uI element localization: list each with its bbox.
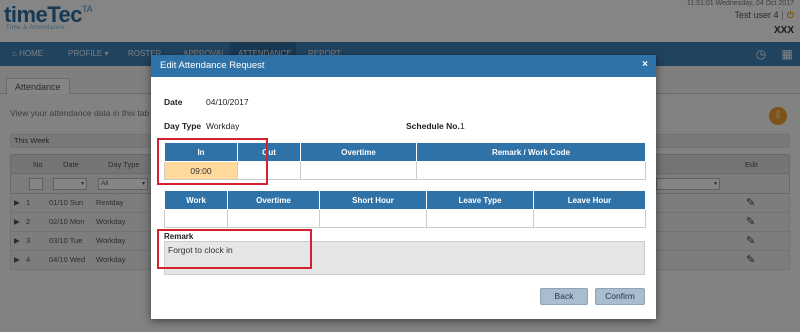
close-icon[interactable]: × [642,59,648,70]
remark-label: Remark [164,232,194,241]
remark-work-code-cell[interactable] [416,161,646,180]
confirm-button[interactable]: Confirm [595,288,645,305]
col-leave-type: Leave Type [426,190,534,210]
date-label: Date [164,97,183,107]
col-work: Work [164,190,228,210]
day-type-label: Day Type [164,121,202,131]
leave-type-cell [426,209,534,228]
modal-title: Edit Attendance Request [160,60,265,71]
col-in: In [164,142,238,162]
work-cell [164,209,228,228]
date-value: 04/10/2017 [206,97,249,107]
summary-table: Work Overtime Short Hour Leave Type Leav… [164,190,646,228]
out-time-cell[interactable] [237,161,301,180]
col-out: Out [237,142,301,162]
edit-attendance-modal: Edit Attendance Request × Date 04/10/201… [151,55,656,319]
modal-header: Edit Attendance Request × [151,55,656,77]
schedule-value: 1 [460,121,465,131]
short-hour-cell [319,209,427,228]
schedule-label: Schedule No. [406,121,460,131]
col-overtime: Overtime [300,142,417,162]
time-table: In Out Overtime Remark / Work Code 09:00 [164,142,646,180]
remark-field[interactable]: Forgot to clock in [164,241,645,275]
back-button[interactable]: Back [540,288,588,305]
in-time-cell[interactable]: 09:00 [164,161,238,180]
col-leave-hour: Leave Hour [533,190,646,210]
day-type-value: Workday [206,121,240,131]
overtime-cell-2 [227,209,320,228]
col-remark-work-code: Remark / Work Code [416,142,646,162]
overtime-cell[interactable] [300,161,417,180]
leave-hour-cell [533,209,646,228]
col-short-hour: Short Hour [319,190,427,210]
col-overtime-2: Overtime [227,190,320,210]
